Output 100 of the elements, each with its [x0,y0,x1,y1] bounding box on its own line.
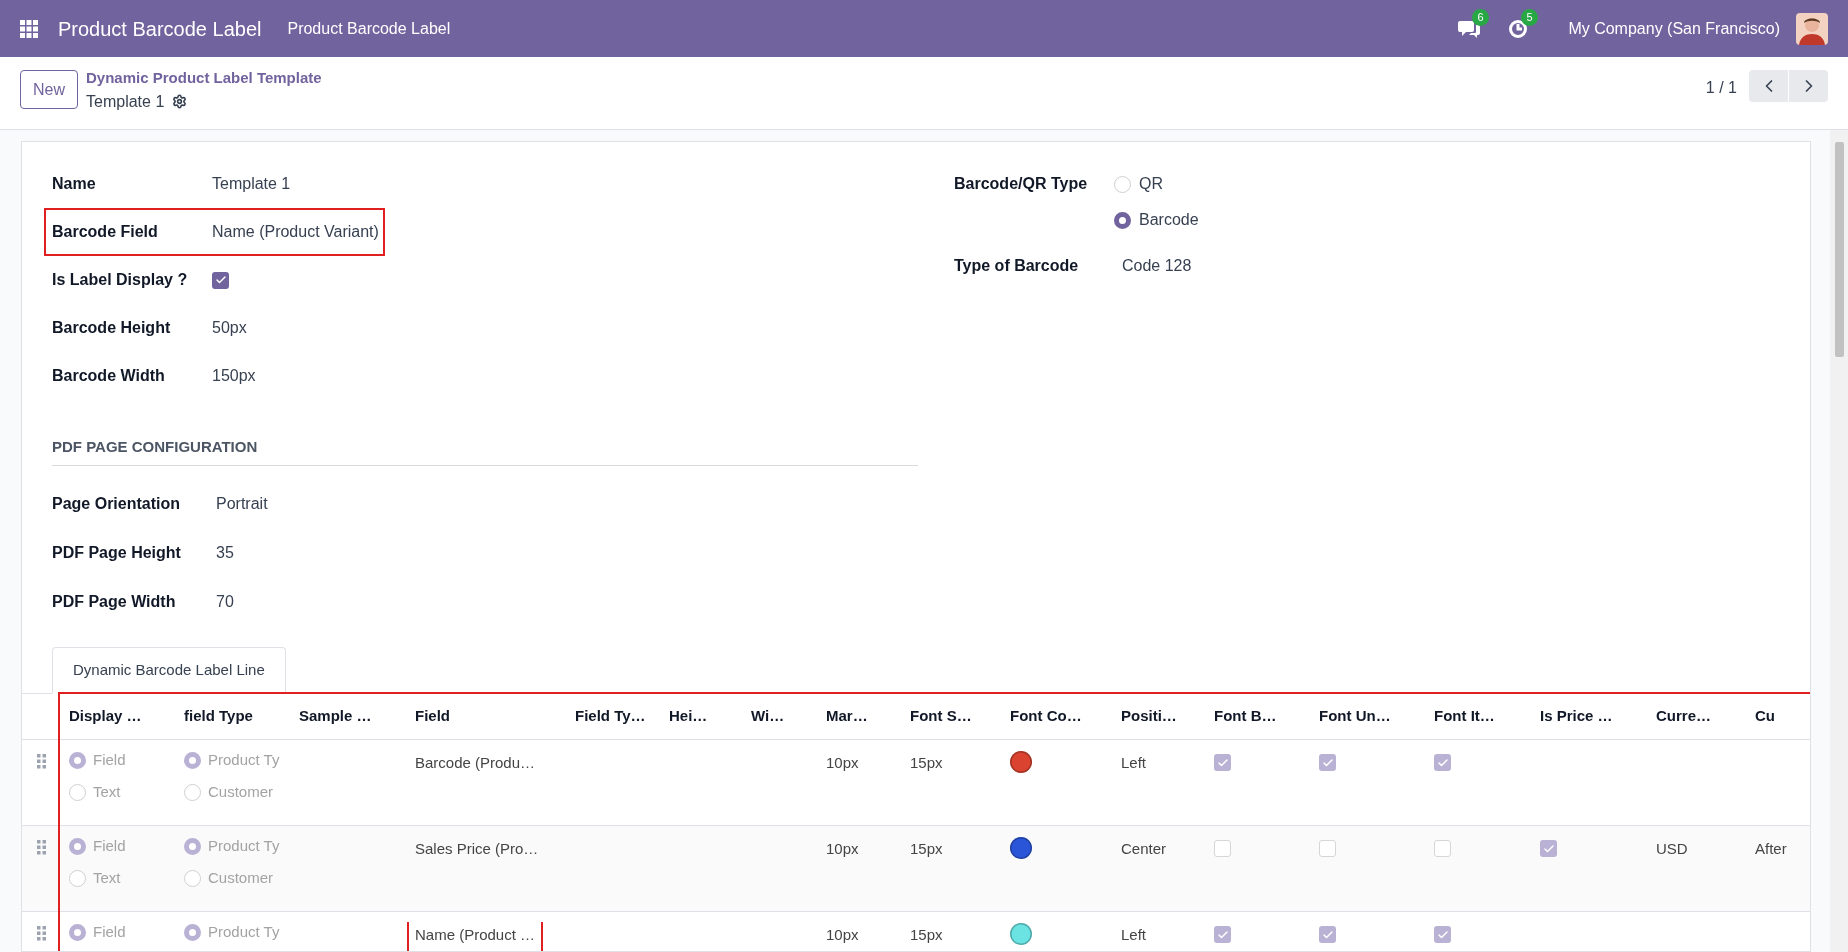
table-cell: Left [1121,925,1147,943]
table-cell: 15px [910,753,943,771]
section-title: PDF PAGE CONFIGURATION [52,438,258,455]
radio-label: Customer [208,868,274,889]
count-badge: 5 [1521,8,1538,26]
checkbox[interactable] [1434,754,1451,771]
column-header[interactable]: Curre… [1656,706,1711,724]
company-switcher[interactable]: My Company (San Francisco) [1568,16,1780,41]
checkmark-icon [1216,756,1229,769]
radio-button[interactable] [184,838,201,855]
field-label: Barcode/QR Type [954,174,1089,194]
column-header[interactable]: Font S… [910,706,972,724]
checkbox[interactable] [1319,840,1336,857]
table-cell: Left [1121,753,1147,771]
table-cell: Barcode (Produ… [415,753,536,771]
field-label: Is Label Display ? [52,270,189,290]
checkmark-icon [1436,928,1449,941]
field-label: PDF Page Width [52,592,177,612]
table-cell: USD [1656,839,1688,857]
table-cell: After [1755,839,1787,857]
column-header[interactable]: Mar… [826,706,868,724]
field-label: Barcode Field [52,222,159,242]
column-header[interactable]: Font B… [1214,706,1277,724]
apps-menu-icon[interactable] [20,19,38,38]
field-label: Page Orientation [52,494,182,514]
checkbox[interactable] [1214,840,1231,857]
radio-button[interactable] [69,924,86,941]
column-header[interactable]: Font Un… [1319,706,1391,724]
column-header[interactable]: Font It… [1434,706,1495,724]
column-header[interactable]: Field Ty… [575,706,646,724]
table-cell: 15px [910,925,943,943]
table-cell: 15px [910,839,943,857]
drag-handle-icon[interactable] [36,753,46,769]
field-value: Name (Product Variant) [212,222,379,242]
settings-icon[interactable] [172,94,188,109]
field-value: 35 [216,543,234,563]
new-button[interactable]: New [20,70,78,109]
table-cell: 10px [826,753,859,771]
column-header[interactable]: Display … [69,706,142,724]
radio-button[interactable] [69,752,86,769]
radio-label: Barcode [1139,210,1199,230]
pager-value: 1 / 1 [1705,78,1737,98]
field-label: Barcode Width [52,366,166,386]
radio-button[interactable] [69,838,86,855]
table-cell: 10px [826,925,859,943]
clock-icon[interactable] [1508,18,1529,39]
scrollbar[interactable] [1830,130,1848,952]
radio-label: Field [93,922,126,943]
drag-handle-icon[interactable] [36,925,46,941]
column-header[interactable]: Positi… [1121,706,1177,724]
column-header[interactable]: Sample … [299,706,372,724]
checkmark-icon [1542,842,1555,855]
previous-button[interactable] [1749,70,1788,102]
next-button[interactable] [1789,70,1828,102]
table-cell: 10px [826,839,859,857]
radio-button[interactable] [1114,211,1131,229]
app-title[interactable]: Product Barcode Label [58,13,262,44]
field-value: Portrait [216,494,268,514]
field-label: Barcode Height [52,318,172,338]
column-header[interactable]: Field [415,706,450,724]
radio-label: Product Ty [208,750,280,771]
drag-handle-icon[interactable] [36,839,46,855]
breadcrumb-link[interactable]: Dynamic Product Label Template [86,67,322,90]
avatar[interactable] [1796,12,1828,45]
menu-item[interactable]: Product Barcode Label [287,16,451,41]
column-header[interactable]: Font Co… [1010,706,1082,724]
column-header[interactable]: Is Price … [1540,706,1613,724]
checkbox[interactable] [1214,754,1231,771]
checkbox[interactable] [1434,840,1451,857]
field-value: 50px [212,318,247,338]
checkbox[interactable] [1319,754,1336,771]
checkmark-icon [1321,756,1334,769]
checkbox[interactable] [212,271,229,289]
table-cell: Center [1121,839,1167,857]
checkbox[interactable] [1434,926,1451,943]
notebook-tab[interactable]: Dynamic Barcode Label Line [52,646,286,694]
field-value: Template 1 [212,174,291,194]
radio-label: Product Ty [208,836,280,857]
table-cell: Sales Price (Pro… [415,839,539,857]
table-cell: Name (Product … [409,921,542,951]
field-label: Type of Barcode [954,256,1080,276]
column-header[interactable]: Cu [1755,706,1775,724]
column-header[interactable]: field Type [184,706,253,724]
record-title: Template 1 [86,91,165,112]
column-header[interactable]: Wi… [751,706,785,724]
checkmark-icon [1216,928,1229,941]
radio-label: Text [93,782,121,803]
radio-label: Field [93,836,126,857]
field-value: 70 [216,592,234,612]
checkbox[interactable] [1319,926,1336,943]
field-label: Name [52,174,97,194]
checkbox[interactable] [1540,840,1557,857]
radio-button[interactable] [184,924,201,941]
radio-button[interactable] [184,752,201,769]
radio-label: Field [93,750,126,771]
checkmark-icon [214,274,227,286]
column-header[interactable]: Hei… [669,706,708,724]
radio-label: Text [93,868,121,889]
radio-label: QR [1139,174,1163,194]
checkbox[interactable] [1214,926,1231,943]
